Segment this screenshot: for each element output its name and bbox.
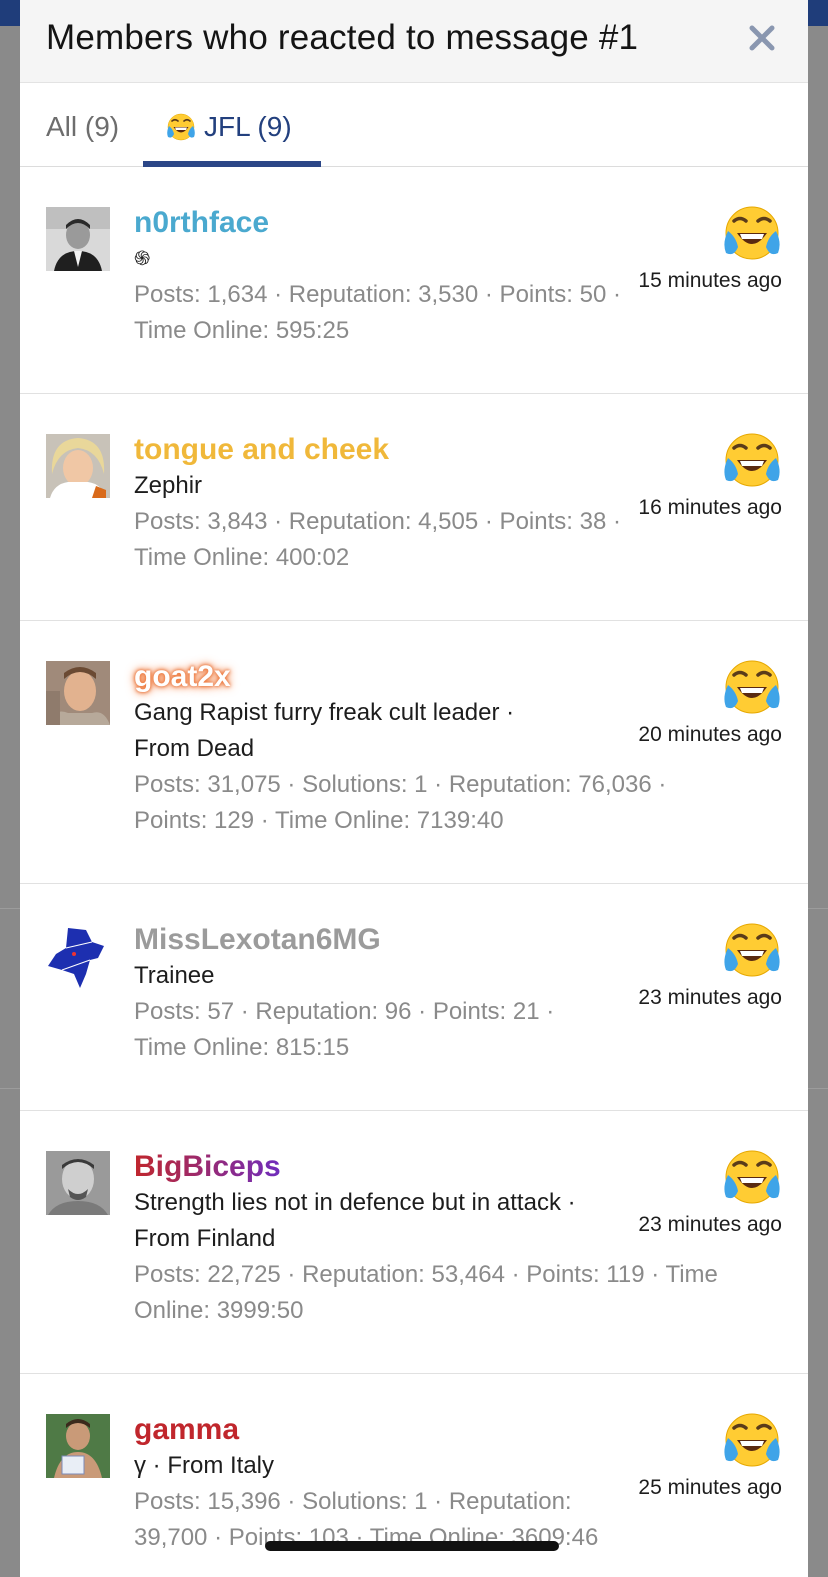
member-info: goat2x Gang Rapist furry freak cult lead… bbox=[134, 659, 666, 839]
avatar[interactable] bbox=[46, 661, 110, 725]
user-title: Trainee bbox=[134, 962, 215, 989]
user-title: γ · From Italy bbox=[134, 1452, 275, 1479]
crying-laughing-emoji-icon bbox=[722, 1149, 782, 1205]
list-item: BigBiceps Strength lies not in defence b… bbox=[20, 1111, 808, 1374]
crying-laughing-emoji-icon bbox=[722, 1412, 782, 1468]
crying-laughing-emoji-icon bbox=[722, 432, 782, 488]
member-info: tongue and cheek Zephir Posts: 3,843 · R… bbox=[134, 432, 624, 576]
username-link[interactable]: MissLexotan6MG bbox=[134, 922, 624, 958]
modal-header: Members who reacted to message #1 bbox=[20, 0, 808, 83]
member-info: n0rthface ֍ Posts: 1,634 · Reputation: 3… bbox=[134, 205, 624, 349]
close-icon bbox=[749, 25, 775, 51]
tab-jfl[interactable]: JFL (9) bbox=[166, 109, 292, 145]
crying-laughing-emoji-icon bbox=[166, 113, 196, 141]
user-title: Gang Rapist furry freak cult leader · Fr… bbox=[134, 699, 515, 762]
close-button[interactable] bbox=[742, 18, 782, 58]
user-stats: Posts: 31,075 · Solutions: 1 · Reputatio… bbox=[134, 771, 667, 834]
avatar[interactable] bbox=[46, 207, 110, 271]
crying-laughing-emoji-icon bbox=[722, 205, 782, 261]
reaction-time: 16 minutes ago bbox=[638, 496, 782, 519]
list-item: goat2x Gang Rapist furry freak cult lead… bbox=[20, 621, 808, 884]
avatar[interactable] bbox=[46, 924, 110, 988]
crying-laughing-emoji-icon bbox=[722, 659, 782, 715]
reaction-time: 23 minutes ago bbox=[638, 986, 782, 1009]
user-stats: Posts: 22,725 · Reputation: 53,464 · Poi… bbox=[134, 1261, 718, 1324]
reaction-time: 23 minutes ago bbox=[638, 1213, 782, 1236]
home-indicator bbox=[265, 1541, 559, 1551]
tab-jfl-label: JFL (9) bbox=[204, 111, 292, 142]
member-list: n0rthface ֍ Posts: 1,634 · Reputation: 3… bbox=[20, 167, 808, 1577]
username-link[interactable]: BigBiceps bbox=[134, 1149, 281, 1185]
username-link[interactable]: tongue and cheek bbox=[134, 432, 624, 468]
reaction-time: 15 minutes ago bbox=[638, 269, 782, 292]
list-item: tongue and cheek Zephir Posts: 3,843 · R… bbox=[20, 394, 808, 621]
list-item: n0rthface ֍ Posts: 1,634 · Reputation: 3… bbox=[20, 167, 808, 394]
modal-title: Members who reacted to message #1 bbox=[46, 18, 639, 57]
user-stats: Posts: 1,634 · Reputation: 3,530 · Point… bbox=[134, 281, 621, 344]
member-info: gamma γ · From Italy Posts: 15,396 · Sol… bbox=[134, 1412, 624, 1556]
reaction-time: 25 minutes ago bbox=[638, 1476, 782, 1499]
tab-all-label: All (9) bbox=[46, 111, 120, 142]
list-item: MissLexotan6MG Trainee Posts: 57 · Reput… bbox=[20, 884, 808, 1111]
avatar[interactable] bbox=[46, 434, 110, 498]
user-title: ֍ bbox=[134, 248, 151, 270]
member-info: BigBiceps Strength lies not in defence b… bbox=[134, 1149, 774, 1329]
reaction-time: 20 minutes ago bbox=[638, 723, 782, 746]
username-link[interactable]: gamma bbox=[134, 1412, 624, 1448]
user-title: Strength lies not in defence but in atta… bbox=[134, 1189, 576, 1252]
crying-laughing-emoji-icon bbox=[722, 922, 782, 978]
username-link[interactable]: n0rthface bbox=[134, 205, 624, 241]
avatar[interactable] bbox=[46, 1151, 110, 1215]
avatar[interactable] bbox=[46, 1414, 110, 1478]
member-info: MissLexotan6MG Trainee Posts: 57 · Reput… bbox=[134, 922, 624, 1066]
user-stats: Posts: 3,843 · Reputation: 4,505 · Point… bbox=[134, 508, 621, 571]
user-title: Zephir bbox=[134, 472, 203, 499]
tab-all[interactable]: All (9) bbox=[46, 109, 119, 145]
username-link[interactable]: goat2x bbox=[134, 659, 634, 695]
reactions-modal: Members who reacted to message #1 All (9… bbox=[20, 0, 808, 1577]
user-stats: Posts: 57 · Reputation: 96 · Points: 21 … bbox=[134, 998, 555, 1061]
reaction-tabs: All (9) JFL (9) bbox=[20, 83, 808, 167]
